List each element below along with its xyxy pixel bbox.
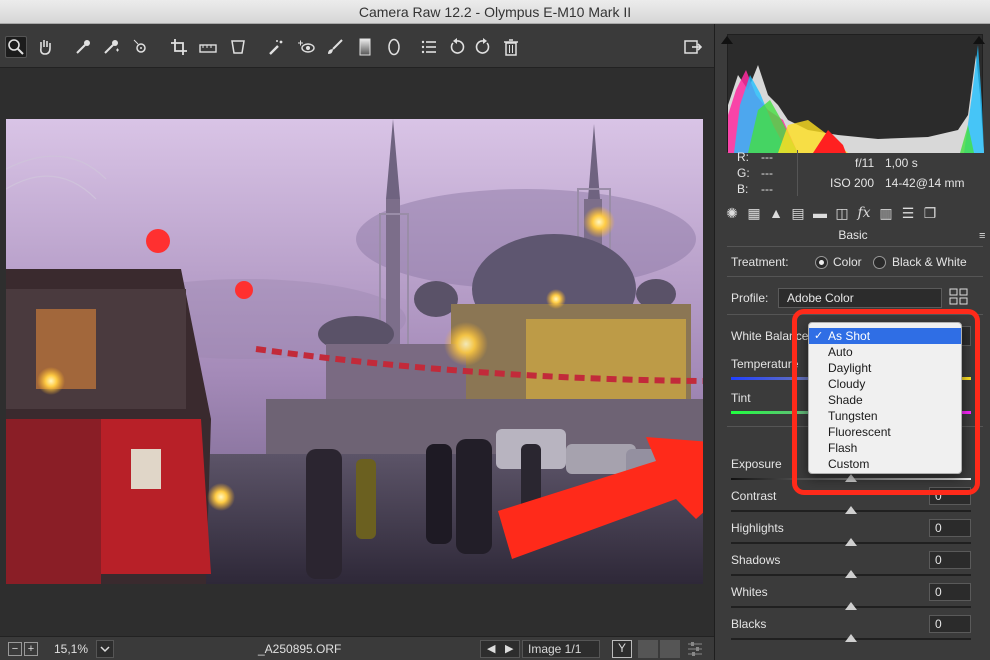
r-value: --- <box>761 150 773 164</box>
swap-settings-icon[interactable] <box>638 640 658 658</box>
photo-preview[interactable] <box>6 119 703 584</box>
effects-tab-icon[interactable]: fx <box>855 204 873 222</box>
toolbar <box>0 24 714 68</box>
calibration-tab-icon[interactable]: ▥ <box>877 204 895 222</box>
spot-removal-tool-icon[interactable] <box>265 36 287 58</box>
slider-thumb[interactable] <box>845 634 857 642</box>
slider-label: Blacks <box>731 617 767 631</box>
profile-label: Profile: <box>731 291 769 305</box>
g-label: G: <box>737 166 750 180</box>
slider-value-input[interactable]: 0 <box>929 519 971 537</box>
slider-label: Contrast <box>731 489 777 503</box>
rotate-right-icon[interactable] <box>472 36 494 58</box>
slider-label: Whites <box>731 585 768 599</box>
treatment-label: Treatment: <box>731 255 789 269</box>
snapshots-tab-icon[interactable]: ❐ <box>921 204 939 222</box>
slider-label: Shadows <box>731 553 781 567</box>
tint-label: Tint <box>731 391 751 405</box>
slider-thumb[interactable] <box>845 570 857 578</box>
split-toning-tab-icon[interactable]: ▬ <box>811 204 829 222</box>
straighten-tool-icon[interactable] <box>197 36 219 58</box>
status-bar: − + 15,1% _A250895.ORF ◀ ▶ Image 1/1 Y <box>0 636 714 660</box>
lens: 14-42@14 mm <box>885 176 965 190</box>
presets-tab-icon[interactable]: ☰ <box>899 204 917 222</box>
before-after-label: Y <box>617 641 626 655</box>
slider-thumb[interactable] <box>845 602 857 610</box>
shadow-clipping-icon[interactable] <box>721 34 733 44</box>
copy-settings-icon[interactable] <box>660 640 680 658</box>
red-eye-tool-icon[interactable] <box>295 36 317 58</box>
preferences-icon[interactable] <box>418 36 440 58</box>
rotate-left-icon[interactable] <box>446 36 468 58</box>
zoom-tool-icon[interactable] <box>5 36 27 58</box>
before-after-button[interactable]: Y <box>612 640 632 658</box>
lens-corrections-tab-icon[interactable]: ◫ <box>833 204 851 222</box>
trash-icon[interactable] <box>500 36 522 58</box>
r-label: R: <box>737 150 749 164</box>
crop-tool-icon[interactable] <box>168 36 190 58</box>
shutter-speed: 1,00 s <box>885 156 918 170</box>
slider-thumb[interactable] <box>845 538 857 546</box>
window-title: Camera Raw 12.2 - Olympus E-M10 Mark II <box>0 0 990 24</box>
profile-select[interactable]: Adobe Color <box>778 288 942 308</box>
zoom-dropdown-button[interactable] <box>96 640 114 658</box>
black-white-radio-label: Black & White <box>892 255 967 269</box>
sliders-settings-icon[interactable] <box>686 640 708 658</box>
temperature-label: Temperature <box>731 357 799 371</box>
black-white-radio[interactable] <box>873 256 886 269</box>
aperture: f/11 <box>855 156 875 170</box>
iso: ISO 200 <box>830 176 875 190</box>
slider-value-input[interactable]: 0 <box>929 615 971 633</box>
previous-image-icon[interactable]: ◀ <box>487 642 495 655</box>
tone-curve-tab-icon[interactable]: ▦ <box>745 204 763 222</box>
b-value: --- <box>761 182 773 196</box>
slider-value-input[interactable]: 0 <box>929 551 971 569</box>
color-sampler-tool-icon[interactable] <box>100 36 122 58</box>
detail-tab-icon[interactable]: ▲ <box>767 204 785 222</box>
profile-browser-icon[interactable] <box>949 288 969 306</box>
transform-tool-icon[interactable] <box>227 36 249 58</box>
highlight-clipping-icon[interactable] <box>973 34 985 44</box>
filename: _A250895.ORF <box>258 642 342 656</box>
image-navigation: ◀ ▶ <box>480 640 520 658</box>
color-radio-label: Color <box>833 255 862 269</box>
slider-thumb[interactable] <box>845 506 857 514</box>
white-balance-tool-icon[interactable] <box>72 36 94 58</box>
panel-tabs: ✺ ▦ ▲ ▤ ▬ ◫ fx ▥ ☰ ❐ <box>723 202 983 224</box>
exposure-label: Exposure <box>731 457 782 471</box>
image-count: Image 1/1 <box>528 642 582 656</box>
pixel-info: R: --- G: --- B: --- f/11 1,00 s ISO 200… <box>727 150 983 200</box>
zoom-in-button[interactable]: + <box>24 642 38 656</box>
histogram <box>727 34 984 153</box>
next-image-icon[interactable]: ▶ <box>505 642 513 655</box>
targeted-adjustment-tool-icon[interactable] <box>130 36 152 58</box>
g-value: --- <box>761 166 773 180</box>
zoom-out-button[interactable]: − <box>8 642 22 656</box>
image-preview-area <box>0 68 714 636</box>
b-label: B: <box>737 182 749 196</box>
slider-value-input[interactable]: 0 <box>929 583 971 601</box>
hsl-tab-icon[interactable]: ▤ <box>789 204 807 222</box>
color-radio[interactable] <box>815 256 828 269</box>
basic-tab-icon[interactable]: ✺ <box>723 204 741 222</box>
hand-tool-icon[interactable] <box>34 36 56 58</box>
camera-raw-window: Camera Raw 12.2 - Olympus E-M10 Mark II <box>0 0 990 660</box>
adjustment-brush-icon[interactable] <box>324 36 346 58</box>
open-in-photoshop-icon[interactable] <box>682 36 704 58</box>
section-title: Basic <box>838 228 868 242</box>
graduated-filter-icon[interactable] <box>354 36 376 58</box>
slider-label: Highlights <box>731 521 784 535</box>
highlight-annotation <box>792 309 980 495</box>
radial-filter-icon[interactable] <box>383 36 405 58</box>
zoom-level: 15,1% <box>54 642 89 656</box>
image-count-box: Image 1/1 <box>522 640 600 658</box>
profile-value: Adobe Color <box>787 291 854 305</box>
